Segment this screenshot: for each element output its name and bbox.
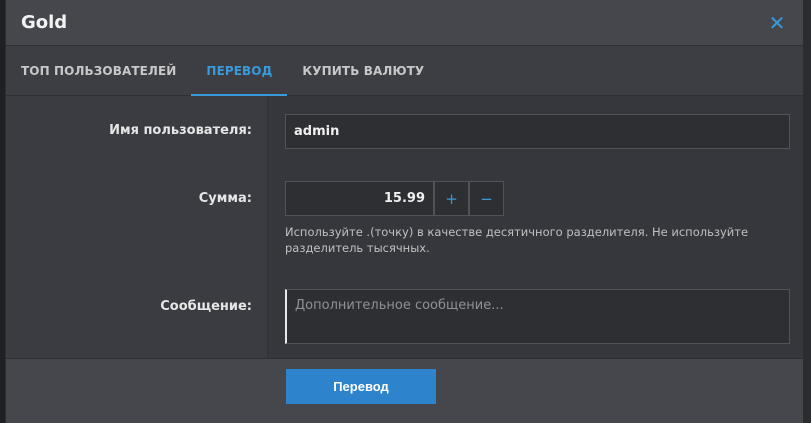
gold-modal: Gold ✕ ТОП ПОЛЬЗОВАТЕЛЕЙ ПЕРЕВОД КУПИТЬ … [5,0,804,423]
amount-hint: Используйте .(точку) в качестве десятичн… [285,225,749,255]
increment-button[interactable]: + [434,181,469,216]
decrement-button[interactable]: − [469,181,504,216]
label-column: Имя пользователя: Сумма: Сообщение: [6,96,268,358]
modal-title: Gold [21,12,68,33]
tab-transfer[interactable]: ПЕРЕВОД [191,46,288,96]
page-backdrop [803,0,811,423]
tab-top-users[interactable]: ТОП ПОЛЬЗОВАТЕЛЕЙ [6,46,191,95]
transfer-form: Имя пользователя: Сумма: Сообщение: admi… [6,96,803,358]
tab-buy-currency[interactable]: КУПИТЬ ВАЛЮТУ [287,46,439,95]
username-field[interactable]: admin [285,114,790,149]
modal-header: Gold ✕ [6,0,803,46]
transfer-button[interactable]: Перевод [286,369,436,404]
tab-bar: ТОП ПОЛЬЗОВАТЕЛЕЙ ПЕРЕВОД КУПИТЬ ВАЛЮТУ [6,46,803,96]
modal-footer: Перевод [6,358,803,423]
close-icon[interactable]: ✕ [766,13,788,33]
message-label: Сообщение: [160,299,252,314]
username-label: Имя пользователя: [109,123,252,138]
amount-label: Сумма: [198,191,252,206]
message-field[interactable]: Дополнительное сообщение... [285,289,790,344]
amount-field[interactable]: 15.99 [285,181,434,216]
